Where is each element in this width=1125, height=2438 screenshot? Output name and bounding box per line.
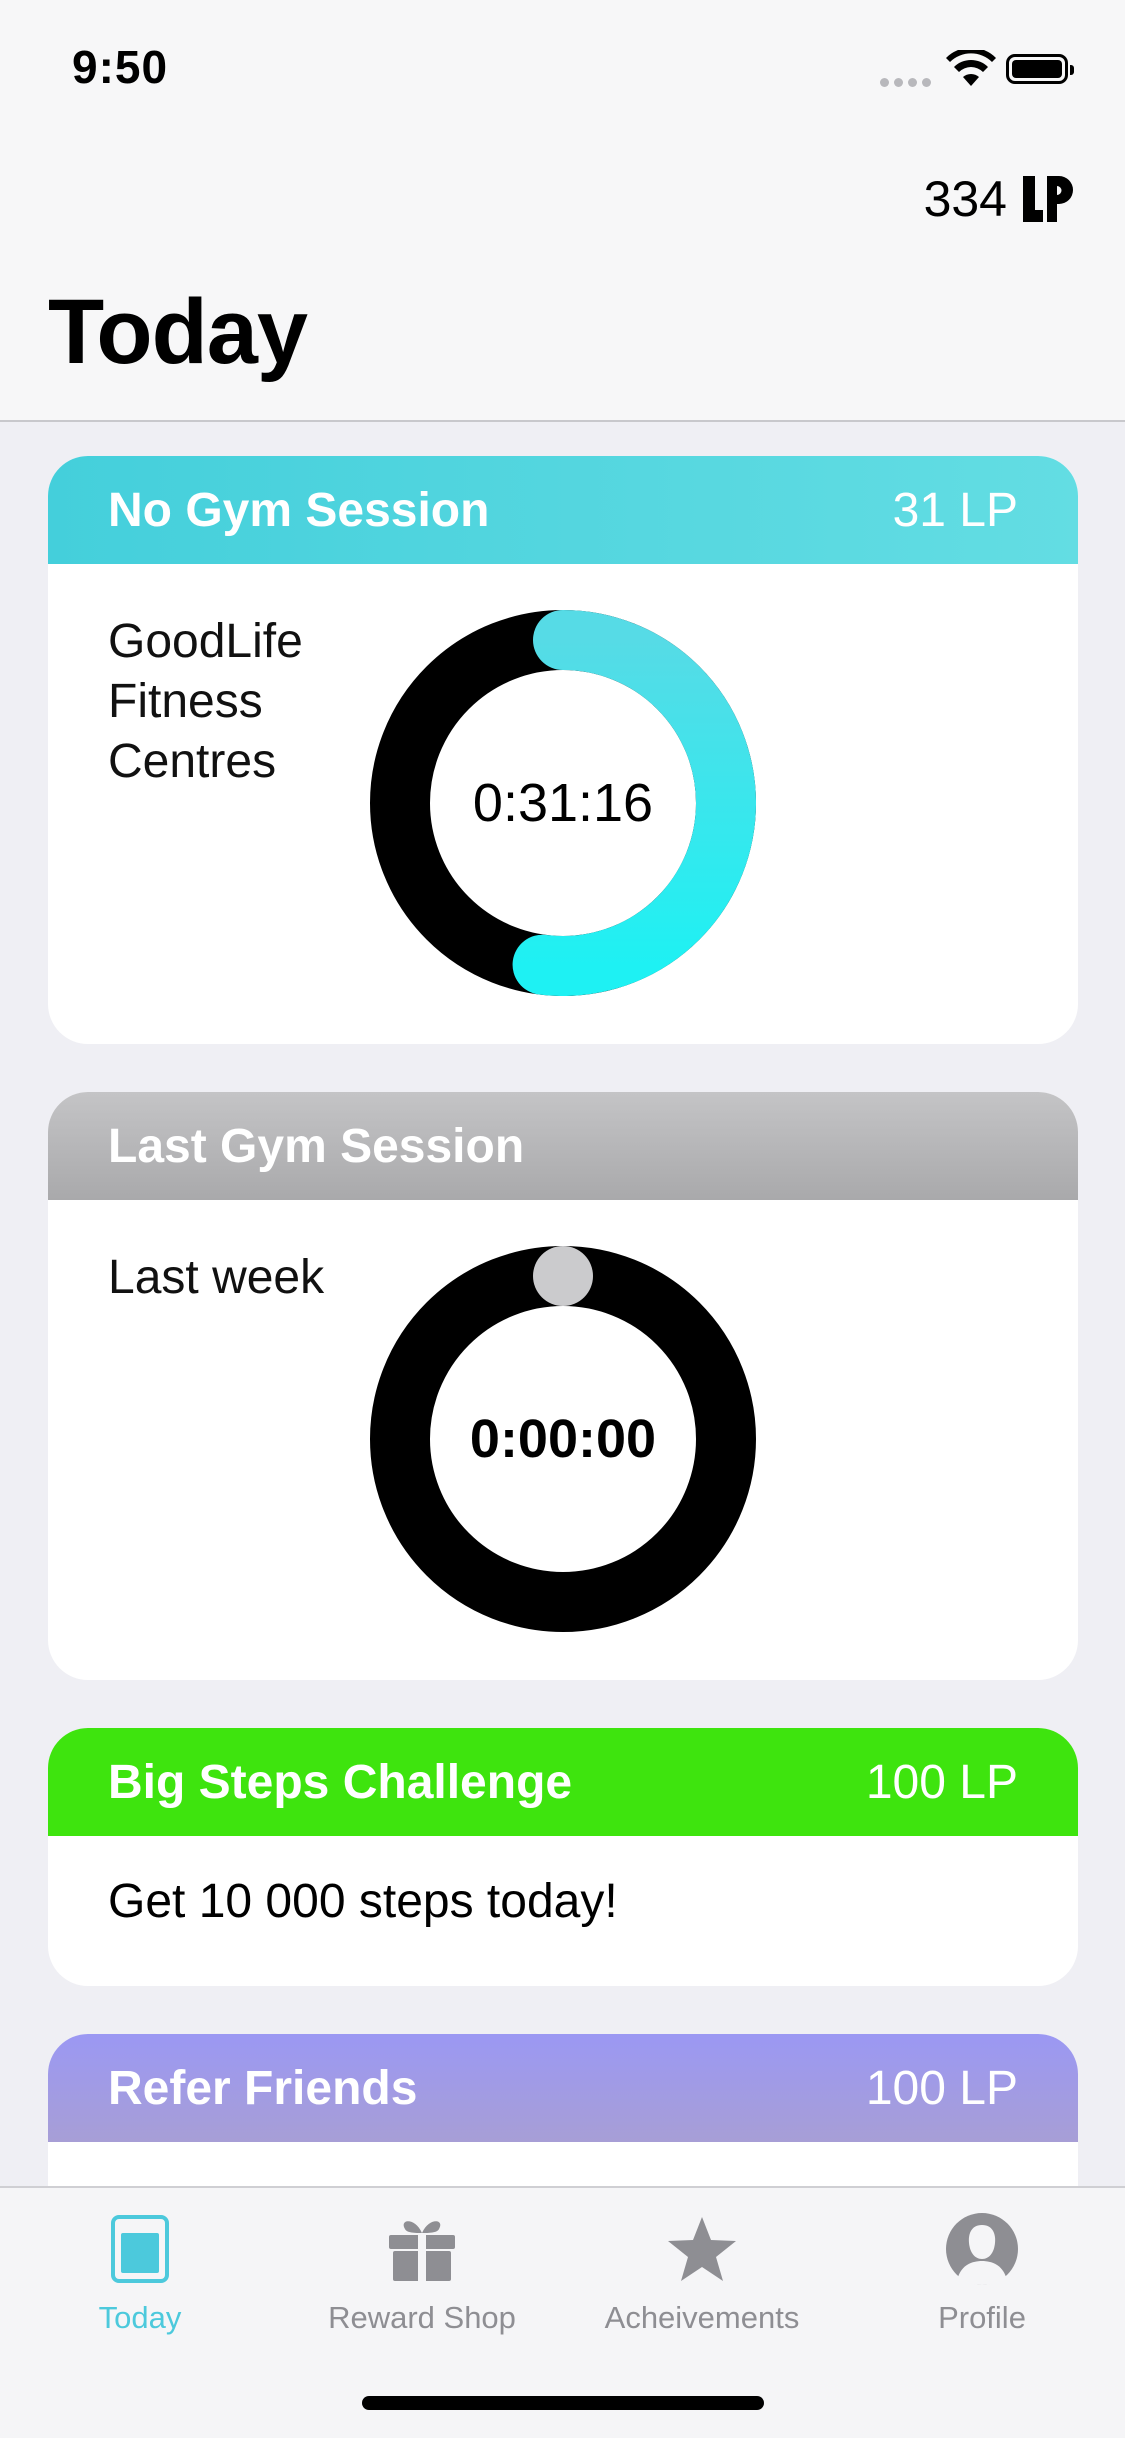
challenge-description: Get 10 000 steps today! xyxy=(108,1875,618,1928)
home-indicator[interactable] xyxy=(362,2396,764,2410)
points-value: 334 xyxy=(923,171,1007,227)
last-gym-session-card[interactable]: Last Gym Session Last week 0:00:00 xyxy=(48,1092,1078,1680)
card-header: No Gym Session 31 LP xyxy=(48,456,1078,564)
tab-label: Acheivements xyxy=(604,2300,800,2335)
card-header: Refer Friends 100 LP xyxy=(48,2034,1078,2142)
tab-label: Reward Shop xyxy=(328,2300,516,2335)
last-session-period: Last week xyxy=(108,1251,325,1304)
lp-logo-icon xyxy=(1023,176,1073,222)
nav-header: 334 Today xyxy=(0,140,1125,422)
gym-location: GoodLife Fitness Centres xyxy=(108,612,303,792)
star-icon xyxy=(668,2217,736,2281)
page-title: Today xyxy=(48,281,308,383)
tab-label: Today xyxy=(98,2300,182,2335)
tab-reward-shop[interactable]: Reward Shop xyxy=(282,2208,562,2336)
gift-icon xyxy=(389,2221,455,2281)
card-title: Last Gym Session xyxy=(108,1119,525,1173)
profile-icon xyxy=(946,2213,1018,2285)
card-lp-reward: 100 LP xyxy=(865,1755,1018,1809)
last-session-timer: 0:00:00 xyxy=(469,1409,657,1469)
status-time: 9:50 xyxy=(72,41,169,93)
card-title: No Gym Session xyxy=(108,483,490,537)
wifi-icon xyxy=(946,50,996,86)
status-bar: 9:50 xyxy=(0,0,1125,140)
card-lp-reward: 31 LP xyxy=(892,483,1018,537)
cellular-signal-icon xyxy=(880,74,936,92)
tab-profile[interactable]: Profile xyxy=(842,2208,1122,2336)
today-icon xyxy=(111,2215,169,2283)
card-title: Big Steps Challenge xyxy=(108,1755,573,1809)
tab-today[interactable]: Today xyxy=(0,2208,280,2336)
card-header: Big Steps Challenge 100 LP xyxy=(48,1728,1078,1836)
card-title: Refer Friends xyxy=(108,2061,418,2115)
battery-icon xyxy=(1006,54,1074,84)
tab-acheivements[interactable]: Acheivements xyxy=(562,2208,842,2336)
tab-label: Profile xyxy=(938,2300,1026,2335)
big-steps-challenge-card[interactable]: Big Steps Challenge 100 LP Get 10 000 st… xyxy=(48,1728,1078,1986)
points-balance[interactable]: 334 xyxy=(924,170,1075,228)
no-gym-session-card[interactable]: No Gym Session 31 LP GoodLife Fitness Cent… xyxy=(48,456,1078,1044)
gym-location-text: GoodLife Fitness Centres xyxy=(108,615,303,788)
card-lp-reward: 100 LP xyxy=(865,2061,1018,2115)
card-header: Last Gym Session xyxy=(48,1092,1078,1200)
session-timer: 0:31:16 xyxy=(472,773,654,833)
